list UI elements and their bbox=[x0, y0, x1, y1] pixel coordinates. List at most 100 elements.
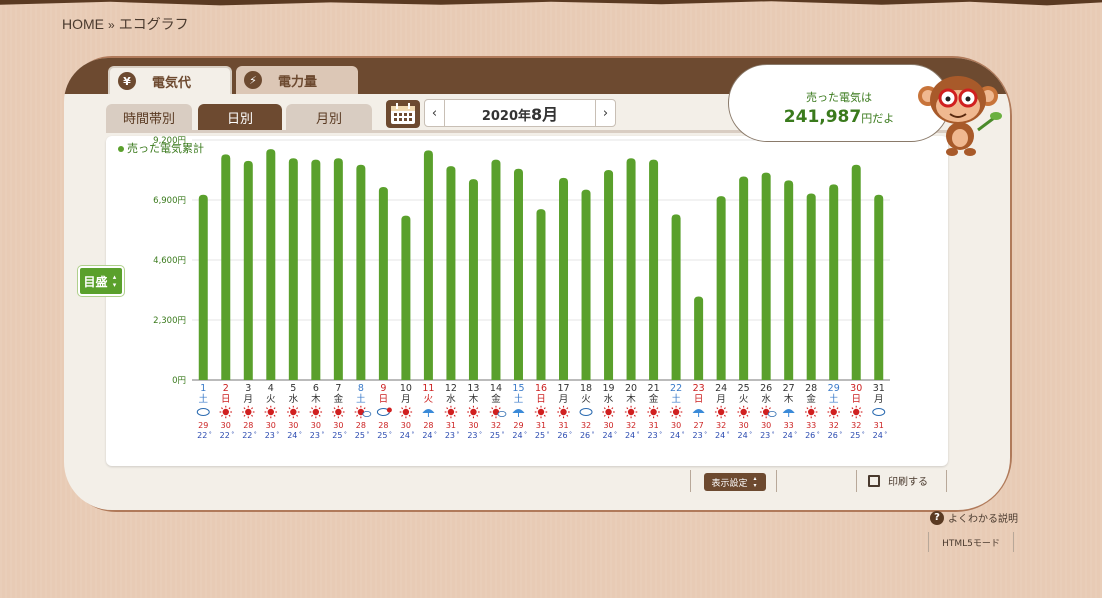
min-temp-label: 25 bbox=[332, 431, 342, 440]
sun-ray bbox=[543, 414, 546, 417]
sun-ray bbox=[318, 414, 321, 417]
breadcrumb-current: エコグラフ bbox=[118, 16, 189, 32]
month-navigator: ‹ 2020年8月 › bbox=[424, 99, 616, 127]
sun-ray bbox=[408, 407, 411, 410]
year-label: 2020年 bbox=[481, 109, 532, 124]
divider bbox=[690, 470, 691, 492]
bar bbox=[784, 180, 794, 380]
sun-ray bbox=[221, 414, 223, 417]
temp-unit-label: ° bbox=[592, 431, 595, 438]
next-month-button[interactable]: › bbox=[594, 100, 615, 126]
cloud-icon bbox=[872, 408, 886, 416]
day-label: 3 bbox=[245, 383, 251, 394]
html5-mode-button[interactable]: HTML5モード bbox=[928, 532, 1014, 552]
top-decoration bbox=[0, 0, 1102, 6]
sun-ray bbox=[296, 414, 299, 417]
min-temp-label: 25 bbox=[377, 431, 387, 440]
temp-unit-label: ° bbox=[749, 431, 752, 438]
day-label: 2 bbox=[223, 383, 229, 394]
tab-power-amount[interactable]: ⚡ 電力量 bbox=[236, 66, 358, 94]
sun-ray bbox=[761, 407, 764, 410]
max-temp-label: 31 bbox=[558, 421, 568, 430]
sun-ray bbox=[761, 414, 764, 417]
min-temp-label: 24 bbox=[715, 431, 725, 440]
sun-icon bbox=[402, 408, 410, 416]
bar bbox=[468, 179, 478, 380]
subtab-monthly[interactable]: 月別 bbox=[286, 104, 372, 130]
display-settings-button[interactable]: 表示設定 ▴▾ bbox=[704, 473, 766, 491]
breadcrumb-home-link[interactable]: HOME bbox=[62, 16, 104, 32]
sun-ray bbox=[671, 407, 674, 410]
bar bbox=[716, 196, 726, 380]
max-temp-label: 30 bbox=[739, 421, 749, 430]
max-temp-label: 32 bbox=[581, 421, 591, 430]
min-temp-label: 24 bbox=[400, 431, 410, 440]
min-temp-label: 24 bbox=[783, 431, 793, 440]
day-label: 19 bbox=[603, 383, 615, 394]
max-temp-label: 33 bbox=[784, 421, 794, 430]
max-temp-label: 30 bbox=[468, 421, 478, 430]
temp-unit-label: ° bbox=[501, 431, 504, 438]
day-label: 10 bbox=[400, 383, 412, 394]
divider bbox=[946, 470, 947, 492]
calendar-button[interactable] bbox=[386, 100, 420, 128]
temp-unit-label: ° bbox=[524, 431, 527, 438]
sun-ray bbox=[266, 414, 269, 417]
sun-ray bbox=[656, 414, 659, 417]
tab-electricity-cost[interactable]: ¥ 電気代 bbox=[108, 66, 232, 94]
sun-ray bbox=[851, 414, 854, 417]
sun-icon bbox=[853, 408, 860, 416]
sun-ray bbox=[536, 407, 539, 410]
sun-ray bbox=[813, 414, 816, 417]
sun-ray bbox=[251, 414, 254, 417]
max-temp-label: 30 bbox=[221, 421, 231, 430]
temp-unit-label: ° bbox=[839, 431, 842, 438]
subtab-hourly[interactable]: 時間帯別 bbox=[106, 104, 192, 130]
weekday-label: 木 bbox=[469, 393, 479, 405]
weekday-label: 水 bbox=[446, 393, 456, 405]
sun-ray bbox=[611, 407, 614, 410]
sun-ray bbox=[311, 407, 314, 410]
day-label: 20 bbox=[625, 383, 637, 394]
cloud-icon bbox=[362, 410, 372, 417]
sun-ray bbox=[543, 407, 546, 410]
sun-ray bbox=[221, 407, 223, 410]
umbrella-icon bbox=[782, 409, 795, 413]
month-label: 2020年8月 bbox=[482, 101, 558, 125]
sun-icon bbox=[672, 408, 680, 416]
sun-ray bbox=[288, 407, 291, 410]
temp-unit-label: ° bbox=[682, 431, 685, 438]
max-temp-label: 32 bbox=[491, 421, 501, 430]
bar bbox=[626, 158, 636, 380]
scale-button[interactable]: 目盛 ▴▾ bbox=[78, 266, 124, 296]
bar bbox=[739, 176, 749, 380]
day-label: 17 bbox=[557, 383, 569, 394]
max-temp-label: 30 bbox=[603, 421, 613, 430]
sun-ray bbox=[273, 407, 276, 410]
help-link[interactable]: ? よくわかる説明 bbox=[930, 510, 1018, 525]
updown-arrows-icon: ▴▾ bbox=[110, 273, 119, 289]
sun-icon bbox=[807, 408, 815, 416]
bar bbox=[694, 296, 704, 380]
min-temp-label: 24 bbox=[422, 431, 432, 440]
weekday-label: 金 bbox=[649, 393, 659, 405]
prev-month-button[interactable]: ‹ bbox=[425, 100, 445, 126]
sun-ray bbox=[363, 407, 366, 410]
temp-unit-label: ° bbox=[411, 431, 414, 438]
sun-icon bbox=[605, 408, 612, 416]
weekday-label: 火 bbox=[424, 394, 434, 405]
sun-ray bbox=[859, 407, 861, 410]
min-temp-label: 22 bbox=[242, 431, 252, 440]
weekday-label: 月 bbox=[244, 394, 254, 405]
min-temp-label: 25 bbox=[490, 431, 500, 440]
sun-ray bbox=[333, 414, 336, 417]
max-temp-label: 30 bbox=[288, 421, 298, 430]
yen-icon: ¥ bbox=[118, 72, 136, 90]
display-settings-label: 表示設定 bbox=[711, 478, 748, 489]
print-button[interactable]: 印刷する bbox=[868, 473, 928, 488]
min-temp-label: 26 bbox=[828, 431, 838, 440]
subtab-daily[interactable]: 日別 bbox=[198, 104, 282, 130]
min-temp-label: 23 bbox=[760, 431, 770, 440]
printer-icon bbox=[868, 474, 880, 487]
sun-ray bbox=[723, 407, 726, 410]
